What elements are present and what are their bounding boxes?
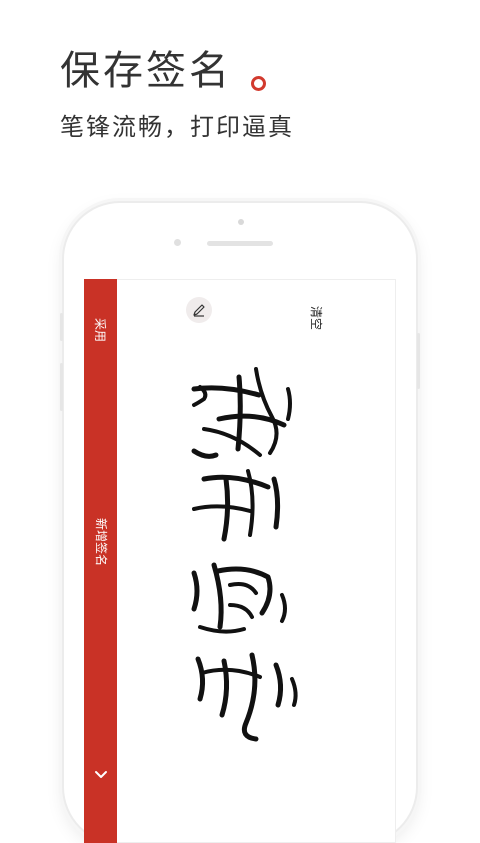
pen-icon — [193, 304, 205, 317]
phone-speaker — [207, 241, 273, 246]
chevron-down-icon[interactable] — [93, 769, 109, 781]
phone-side-button — [417, 333, 420, 389]
adopt-button[interactable]: 采用 — [93, 316, 107, 344]
promo-headline: 保存签名 — [60, 48, 232, 94]
phone-mockup: 采用 新增签名 清空 — [60, 203, 420, 843]
headline-dot-decoration — [251, 76, 266, 91]
phone-side-button — [60, 313, 63, 341]
phone-sensor — [174, 239, 181, 246]
phone-screen: 采用 新增签名 清空 — [84, 279, 396, 843]
signature-canvas[interactable] — [164, 359, 344, 749]
signature-sidebar: 采用 新增签名 — [84, 279, 117, 843]
new-signature-button[interactable]: 新增签名 — [94, 507, 108, 577]
phone-side-button — [60, 363, 63, 411]
pen-tool-button[interactable] — [186, 297, 212, 323]
promo-subheadline: 笔锋流畅，打印逼真 — [60, 113, 294, 141]
clear-button[interactable]: 清空 — [309, 298, 323, 338]
phone-camera — [238, 219, 244, 225]
handwritten-signature — [191, 367, 298, 742]
